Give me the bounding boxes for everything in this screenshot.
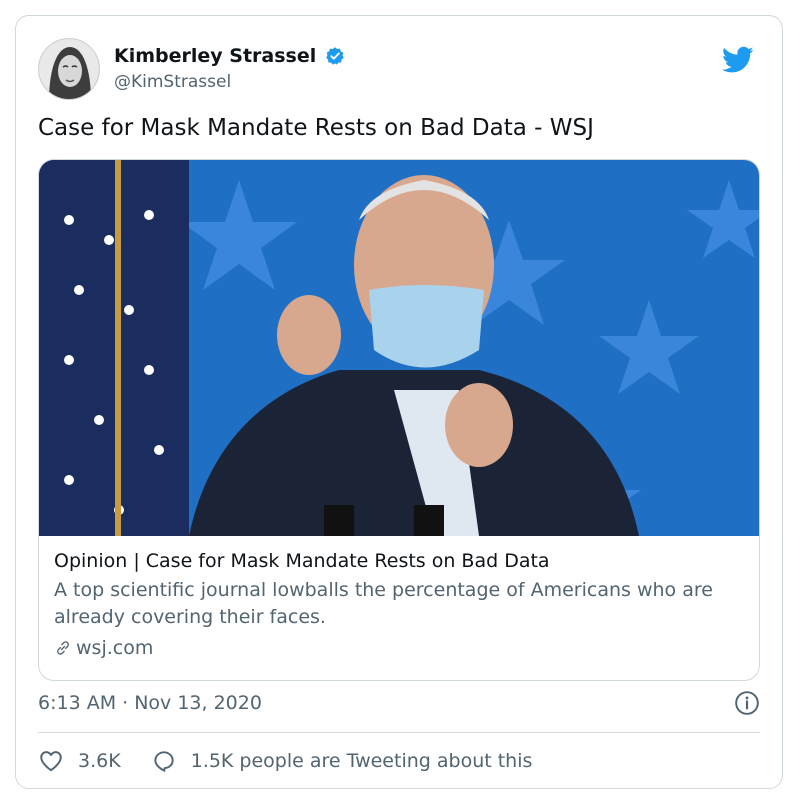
link-preview-description: A top scientific journal lowballs the pe… xyxy=(54,579,713,628)
tweeting-action[interactable]: 1.5K people are Tweeting about this xyxy=(151,748,533,774)
avatar[interactable] xyxy=(38,38,100,100)
link-preview-title[interactable]: Opinion | Case for Mask Mandate Rests on… xyxy=(54,548,744,574)
tweet-header: Kimberley Strassel @KimStrassel xyxy=(38,38,760,100)
tweet-card: Kimberley Strassel @KimStrassel Case for… xyxy=(15,15,783,789)
author-handle[interactable]: @KimStrassel xyxy=(114,70,345,94)
tweet-text: Case for Mask Mandate Rests on Bad Data … xyxy=(38,115,594,141)
divider xyxy=(38,732,760,733)
verified-badge-icon xyxy=(326,47,345,65)
twitter-bird-icon[interactable] xyxy=(722,46,754,74)
tweet-actions: 3.6K 1.5K people are Tweeting about this xyxy=(38,746,562,776)
link-preview-meta: Opinion | Case for Mask Mandate Rests on… xyxy=(54,548,744,661)
author-display-name[interactable]: Kimberley Strassel xyxy=(114,44,316,68)
speech-bubble-icon[interactable] xyxy=(151,748,177,774)
link-preview-image[interactable] xyxy=(39,160,759,536)
like-action[interactable]: 3.6K xyxy=(38,748,121,774)
avatar-portrait-icon xyxy=(39,39,99,99)
info-icon[interactable] xyxy=(734,690,760,716)
author-block: Kimberley Strassel @KimStrassel xyxy=(114,44,345,94)
link-preview-domain-text: wsj.com xyxy=(76,637,154,659)
tweet-timestamp[interactable]: 6:13 AM · Nov 13, 2020 xyxy=(38,690,262,716)
tweeting-count: 1.5K people are Tweeting about this xyxy=(190,750,533,772)
link-icon xyxy=(57,641,69,655)
link-preview-domain[interactable]: wsj.com xyxy=(54,635,744,661)
heart-icon[interactable] xyxy=(38,748,64,774)
link-preview-card[interactable]: Opinion | Case for Mask Mandate Rests on… xyxy=(38,159,760,681)
like-count: 3.6K xyxy=(78,750,121,772)
